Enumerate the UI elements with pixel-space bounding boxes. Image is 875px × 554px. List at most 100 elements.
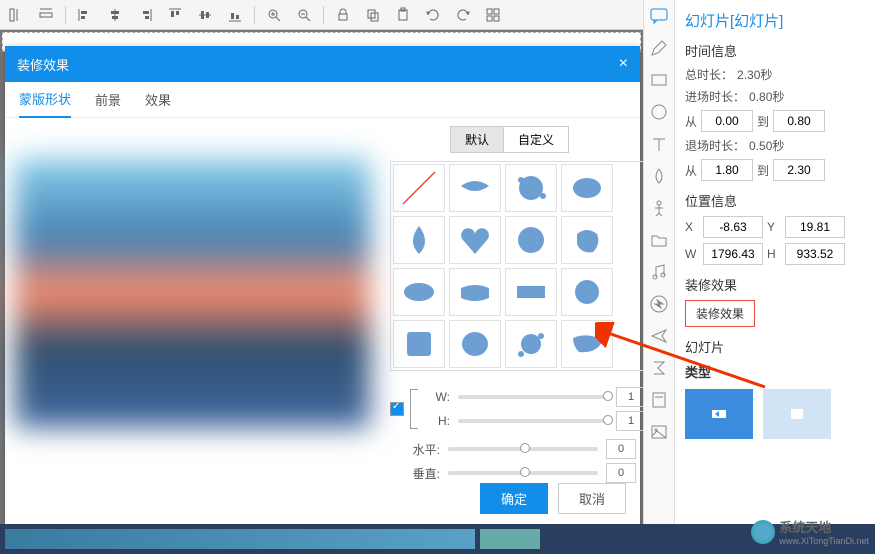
timeline-segment[interactable] xyxy=(480,529,540,549)
from-label2: 从 xyxy=(685,162,697,179)
from-label: 从 xyxy=(685,113,697,130)
exit-from-input[interactable] xyxy=(701,159,753,181)
w-label: W xyxy=(685,247,699,261)
lock-icon[interactable] xyxy=(332,4,354,26)
close-icon[interactable]: × xyxy=(619,55,628,73)
h-label: H: xyxy=(422,414,450,428)
w-slider[interactable] xyxy=(458,395,608,399)
slide-section: 幻灯片 xyxy=(685,337,865,356)
shape-blob2[interactable] xyxy=(561,268,613,316)
shape-brush1[interactable] xyxy=(449,164,501,212)
shape-splat2[interactable] xyxy=(505,320,557,368)
effect-button[interactable]: 装修效果 xyxy=(685,300,755,327)
type-card-1[interactable] xyxy=(685,389,753,439)
ok-button[interactable]: 确定 xyxy=(480,483,548,514)
watermark-logo-icon xyxy=(751,520,775,544)
shape-blob1[interactable] xyxy=(561,216,613,264)
timeline-segment[interactable] xyxy=(5,529,475,549)
person-icon[interactable] xyxy=(649,198,669,218)
dialog-tabs: 蒙版形状 前景 效果 xyxy=(5,82,640,118)
shape-oval[interactable] xyxy=(393,268,445,316)
shape-brush2[interactable] xyxy=(505,268,557,316)
shape-none[interactable] xyxy=(393,164,445,212)
image-icon[interactable] xyxy=(649,422,669,442)
exit-label: 退场时长： xyxy=(685,137,745,154)
shape-cloud1[interactable] xyxy=(561,164,613,212)
pos-section: 位置信息 xyxy=(685,191,865,210)
preview-image xyxy=(15,158,370,428)
exit-to-input[interactable] xyxy=(773,159,825,181)
shape-smear2[interactable] xyxy=(561,320,613,368)
music-icon[interactable] xyxy=(649,262,669,282)
h-slider[interactable] xyxy=(458,419,608,423)
flash-icon[interactable] xyxy=(649,294,669,314)
shape-smear[interactable] xyxy=(449,268,501,316)
rect-icon[interactable] xyxy=(649,70,669,90)
zoom-out-icon[interactable] xyxy=(293,4,315,26)
folder-icon[interactable] xyxy=(649,230,669,250)
tab-mask[interactable]: 蒙版形状 xyxy=(19,81,71,118)
align-center-icon[interactable] xyxy=(104,4,126,26)
effect-section: 装修效果 xyxy=(685,275,865,294)
properties-panel: 幻灯片[幻灯片] 时间信息 总时长：2.30秒 进场时长：0.80秒 从 到 退… xyxy=(675,0,875,524)
shape-grid xyxy=(390,161,646,371)
to-label: 到 xyxy=(757,113,769,130)
cancel-button[interactable]: 取消 xyxy=(558,483,626,514)
undo-icon[interactable] xyxy=(422,4,444,26)
separator xyxy=(65,6,66,24)
enter-to-input[interactable] xyxy=(773,110,825,132)
redo-icon[interactable] xyxy=(452,4,474,26)
tab-effect[interactable]: 效果 xyxy=(145,82,171,117)
align-top-icon[interactable] xyxy=(164,4,186,26)
vert-slider[interactable] xyxy=(448,471,598,475)
tab-foreground[interactable]: 前景 xyxy=(95,82,121,117)
timeline[interactable] xyxy=(0,524,875,554)
align-right-icon[interactable] xyxy=(134,4,156,26)
align-bottom-icon[interactable] xyxy=(224,4,246,26)
shape-heart[interactable] xyxy=(449,216,501,264)
x-input[interactable] xyxy=(703,216,763,238)
calc-icon[interactable] xyxy=(649,390,669,410)
shape-drop[interactable] xyxy=(393,216,445,264)
shape-blob3[interactable] xyxy=(449,320,501,368)
drop-icon[interactable] xyxy=(649,166,669,186)
circle-icon[interactable] xyxy=(649,102,669,122)
w-input[interactable] xyxy=(703,243,763,265)
tool-icon[interactable] xyxy=(35,4,57,26)
zoom-in-icon[interactable] xyxy=(263,4,285,26)
w-value[interactable]: 1 xyxy=(616,387,646,407)
lock-aspect-checkbox[interactable] xyxy=(390,402,404,416)
horiz-value[interactable]: 0 xyxy=(606,439,636,459)
exit-value: 0.50秒 xyxy=(749,137,784,154)
copy-icon[interactable] xyxy=(362,4,384,26)
preview-area xyxy=(5,118,380,524)
align-left-icon[interactable] xyxy=(74,4,96,26)
shape-tab-custom[interactable]: 自定义 xyxy=(503,126,569,153)
sigma-icon[interactable] xyxy=(649,358,669,378)
total-label: 总时长： xyxy=(685,66,733,83)
shape-splat1[interactable] xyxy=(505,164,557,212)
vert-value[interactable]: 0 xyxy=(606,463,636,483)
enter-value: 0.80秒 xyxy=(749,88,784,105)
shape-tab-default[interactable]: 默认 xyxy=(450,126,503,153)
chat-icon[interactable] xyxy=(649,6,669,26)
paste-icon[interactable] xyxy=(392,4,414,26)
h-value[interactable]: 1 xyxy=(616,411,646,431)
shape-square[interactable] xyxy=(393,320,445,368)
align-middle-icon[interactable] xyxy=(194,4,216,26)
tool-icon[interactable] xyxy=(5,4,27,26)
y-label: Y xyxy=(767,220,781,234)
type-card-2[interactable] xyxy=(763,389,831,439)
h-input[interactable] xyxy=(785,243,845,265)
y-input[interactable] xyxy=(785,216,845,238)
text-icon[interactable] xyxy=(649,134,669,154)
time-section: 时间信息 xyxy=(685,41,865,60)
enter-from-input[interactable] xyxy=(701,110,753,132)
horiz-slider[interactable] xyxy=(448,447,598,451)
dialog-header: 装修效果 × xyxy=(5,46,640,82)
type-label: 类型 xyxy=(685,362,865,381)
shape-circle[interactable] xyxy=(505,216,557,264)
plane-icon[interactable] xyxy=(649,326,669,346)
grid-icon[interactable] xyxy=(482,4,504,26)
pencil-icon[interactable] xyxy=(649,38,669,58)
